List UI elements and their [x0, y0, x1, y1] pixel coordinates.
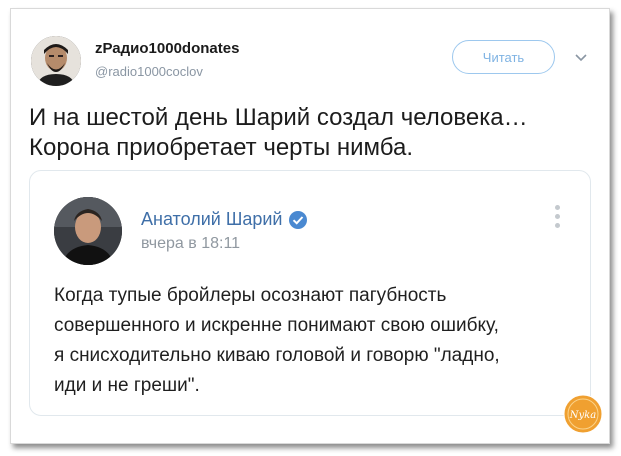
- watermark-logo: Nyka: [563, 394, 603, 434]
- post-timestamp[interactable]: вчера в 18:11: [141, 235, 240, 253]
- user-avatar[interactable]: [31, 36, 81, 86]
- quoted-text-line: совершенного и искренне понимают свою ош…: [54, 315, 499, 336]
- quoted-text-line: я снисходительно киваю головой и говорю …: [54, 345, 500, 366]
- tweet-text-line: Корона приобретает черты нимба.: [29, 134, 413, 161]
- tweet-text: И на шестой день Шарий создал человека… …: [29, 103, 599, 163]
- follow-button[interactable]: Читать: [452, 40, 555, 74]
- quoted-text-line: иди и не греши".: [54, 375, 200, 396]
- quoted-post-text: Когда тупые бройлеры осознают пагубность…: [54, 281, 574, 401]
- display-name[interactable]: zРадио1000donates: [95, 40, 239, 57]
- tweet-card: zРадио1000donates @radio1000coclov Читат…: [10, 8, 610, 444]
- svg-text:Nyka: Nyka: [569, 410, 596, 421]
- quoted-author-name[interactable]: Анатолий Шарий: [141, 209, 308, 230]
- quoted-text-line: Когда тупые бройлеры осознают пагубность: [54, 285, 447, 306]
- chevron-down-icon[interactable]: [573, 49, 589, 65]
- verified-badge-icon: [289, 210, 308, 229]
- more-options-icon[interactable]: [552, 205, 562, 231]
- quoted-author-label[interactable]: Анатолий Шарий: [141, 209, 282, 230]
- quoted-author-avatar[interactable]: [54, 197, 122, 265]
- quoted-post[interactable]: Анатолий Шарий вчера в 18:11 Когда тупые…: [29, 170, 591, 416]
- user-handle[interactable]: @radio1000coclov: [95, 64, 203, 79]
- tweet-text-line: И на шестой день Шарий создал человека…: [29, 104, 528, 131]
